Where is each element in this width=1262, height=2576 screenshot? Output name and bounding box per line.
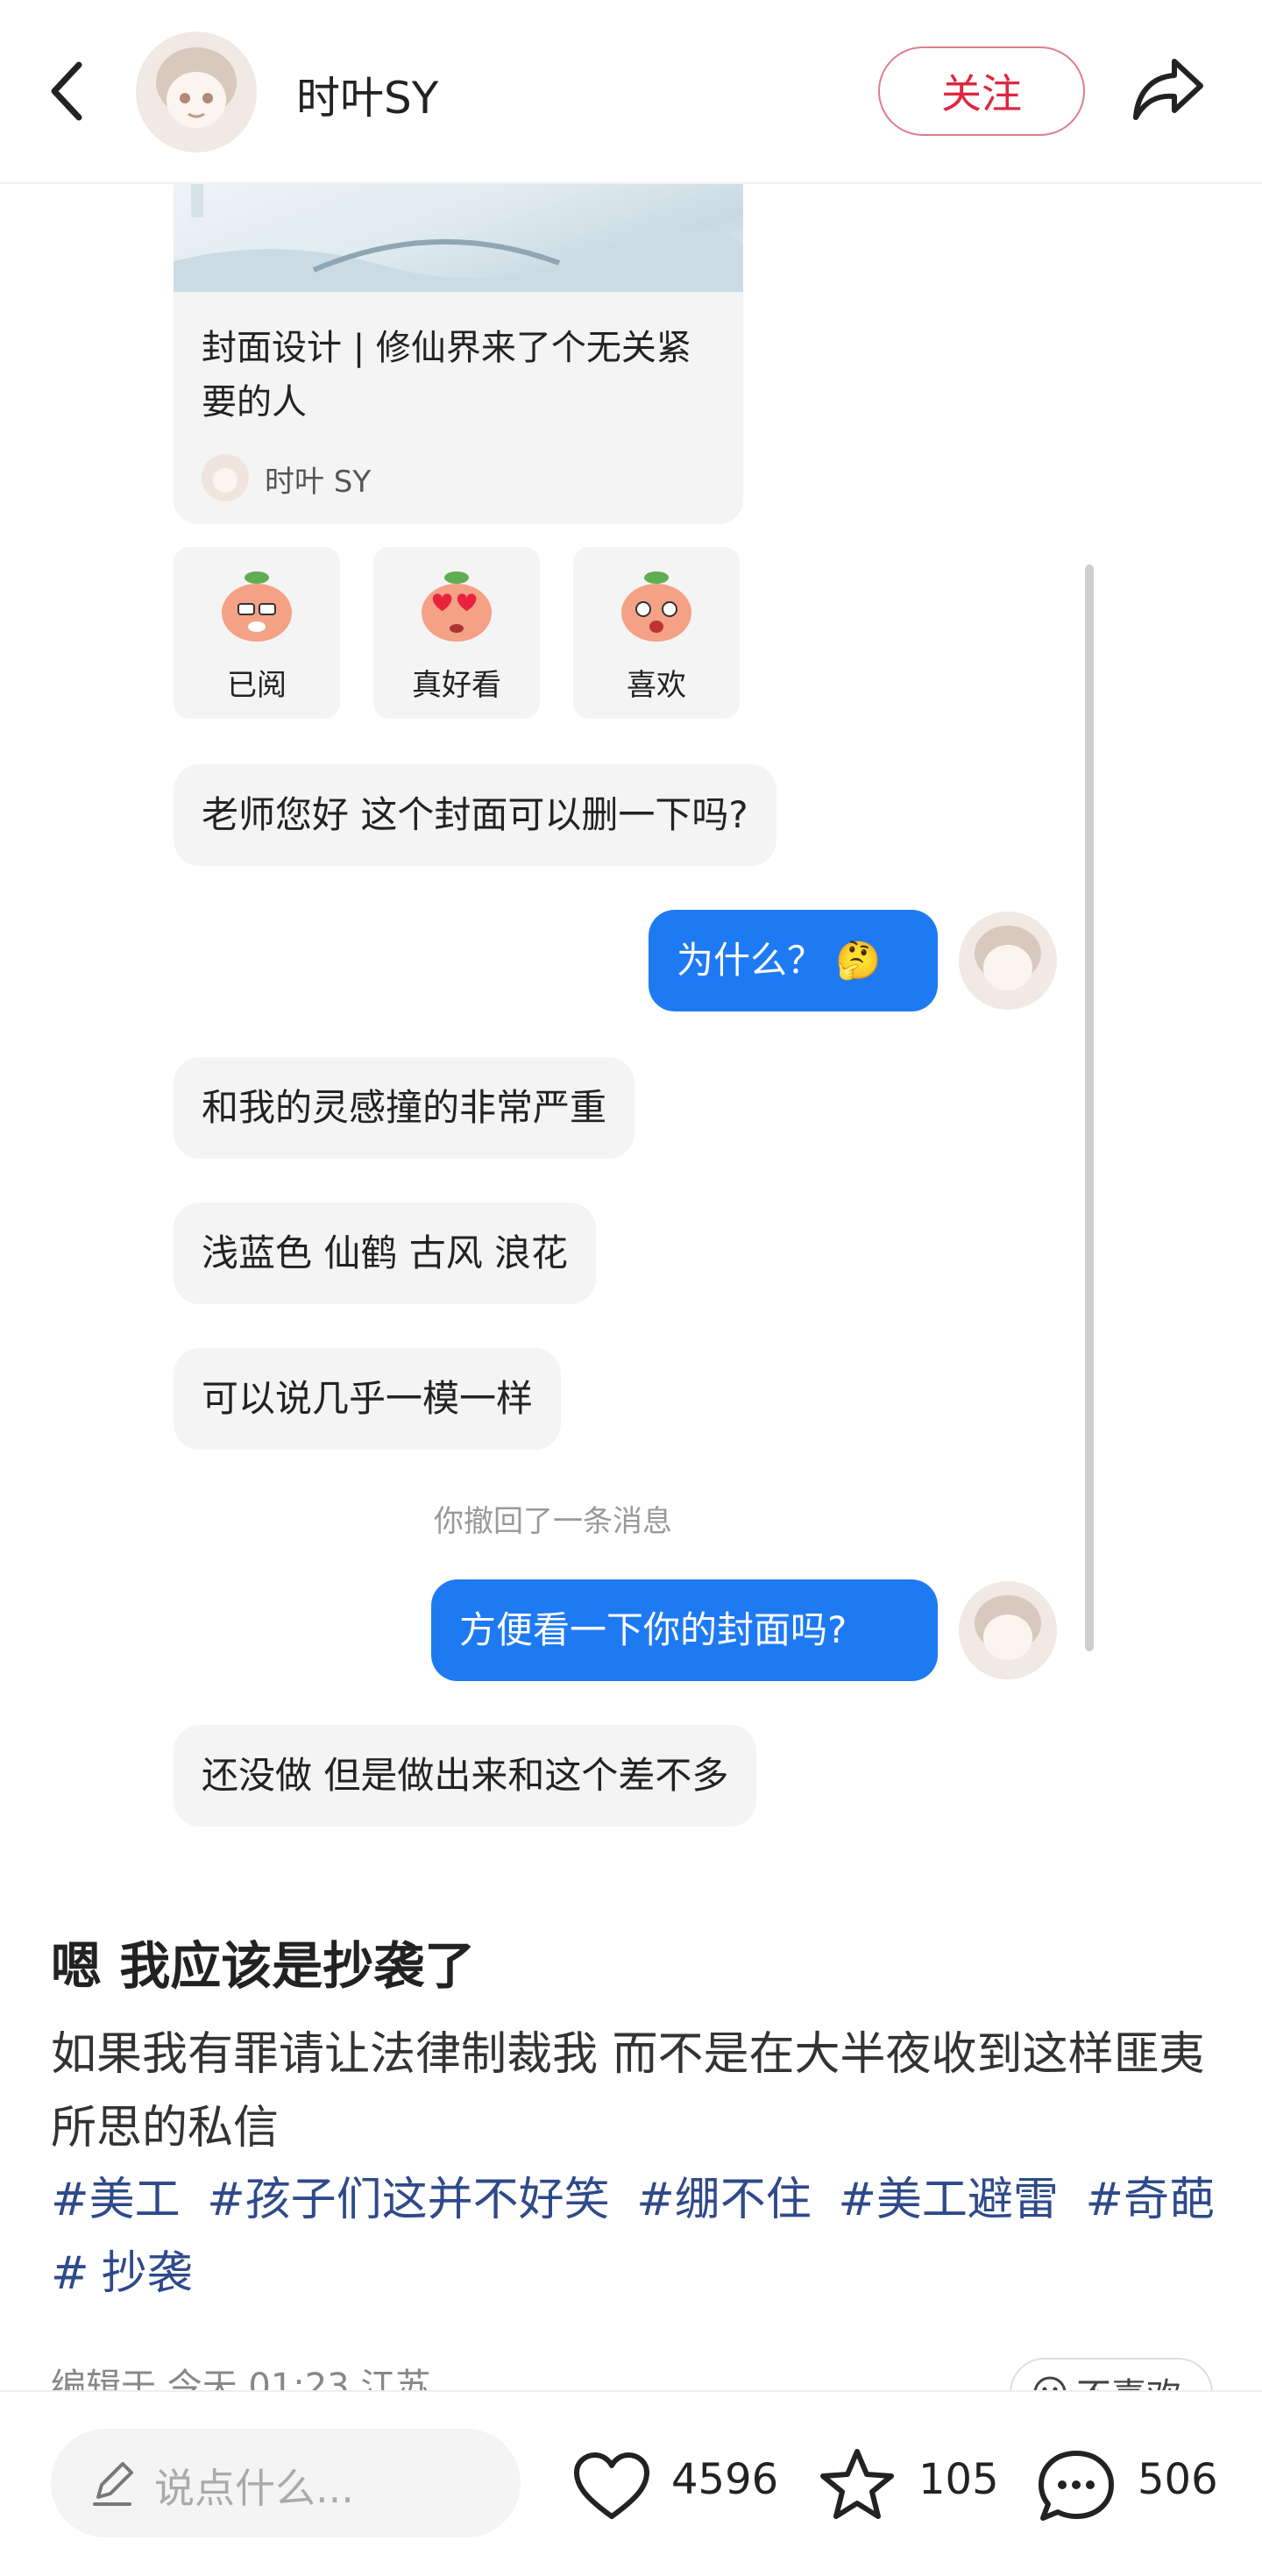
card-author-avatar [202, 454, 249, 501]
reaction-label: 真好看 [412, 668, 501, 703]
hashtag[interactable]: #美工避雷 [838, 2174, 1059, 2226]
star-icon[interactable] [815, 2445, 899, 2529]
reaction-label: 已阅 [227, 668, 287, 703]
reaction-label: 喜欢 [627, 668, 686, 703]
stars-count: 105 [918, 2455, 999, 2504]
hashtag[interactable]: #美工 [51, 2174, 181, 2226]
shared-note-card[interactable]: 封面设计 | 修仙界来了个无关紧要的人 时叶 SY [174, 182, 743, 524]
my-avatar[interactable] [959, 912, 1057, 1010]
reaction-read[interactable]: 已阅 [174, 547, 340, 719]
heart-icon[interactable] [570, 2445, 654, 2529]
author-avatar[interactable] [136, 32, 257, 153]
follow-button[interactable]: 关注 [878, 46, 1085, 136]
incoming-message[interactable]: 还没做 但是做出来和这个差不多 [174, 1725, 757, 1827]
top-nav-bar: 时叶SY 关注 [0, 0, 1262, 184]
share-icon[interactable] [1131, 54, 1206, 124]
comment-bubble-icon[interactable] [1034, 2445, 1118, 2529]
hashtag[interactable]: #绷不住 [636, 2174, 812, 2226]
author-name[interactable]: 时叶SY [296, 63, 438, 126]
incoming-message[interactable]: 浅蓝色 仙鹤 古风 浪花 [174, 1203, 597, 1304]
peach-heart-eyes-icon [422, 571, 492, 642]
bottom-action-bar: 说点什么... 4596 105 506 [0, 2390, 1262, 2576]
hashtag[interactable]: #孩子们这并不好笑 [207, 2174, 610, 2226]
peach-happy-icon [621, 571, 691, 642]
cover-image [174, 182, 743, 292]
incoming-message[interactable]: 可以说几乎一模一样 [174, 1348, 562, 1450]
card-title: 封面设计 | 修仙界来了个无关紧要的人 [202, 328, 691, 422]
recalled-message-notice: 你撤回了一条消息 [434, 1504, 672, 1539]
chat-scrollbar[interactable] [1085, 564, 1094, 1651]
comments-count: 506 [1138, 2455, 1218, 2504]
hashtag[interactable]: 抄袭 [102, 2247, 193, 2300]
pen-icon [93, 2462, 133, 2506]
incoming-message[interactable]: 和我的灵感撞的非常严重 [174, 1057, 635, 1159]
reaction-like[interactable]: 喜欢 [573, 547, 740, 719]
card-author-name: 时叶 SY [265, 465, 372, 500]
outgoing-message[interactable]: 为什么？ 🤔 [649, 910, 938, 1011]
outgoing-message[interactable]: 方便看一下你的封面吗? [431, 1579, 938, 1681]
peach-read-icon [222, 571, 292, 642]
hashtag-list: #美工 #孩子们这并不好笑 #绷不住 #美工避雷 #奇葩# 抄袭 [51, 2163, 1225, 2310]
post-title: 嗯 我应该是抄袭了 [51, 1936, 476, 1996]
likes-count: 4596 [671, 2455, 779, 2504]
comment-placeholder: 说点什么... [154, 2465, 354, 2512]
reaction-good-looking[interactable]: 真好看 [373, 547, 540, 719]
incoming-message[interactable]: 老师您好 这个封面可以删一下吗? [174, 764, 776, 866]
my-avatar[interactable] [959, 1581, 1057, 1679]
comment-input[interactable]: 说点什么... [51, 2429, 521, 2537]
post-body: 如果我有罪请让法律制裁我 而不是在大半夜收到这样匪夷所思的私信 [51, 2028, 1205, 2154]
back-arrow-icon[interactable] [42, 56, 95, 126]
